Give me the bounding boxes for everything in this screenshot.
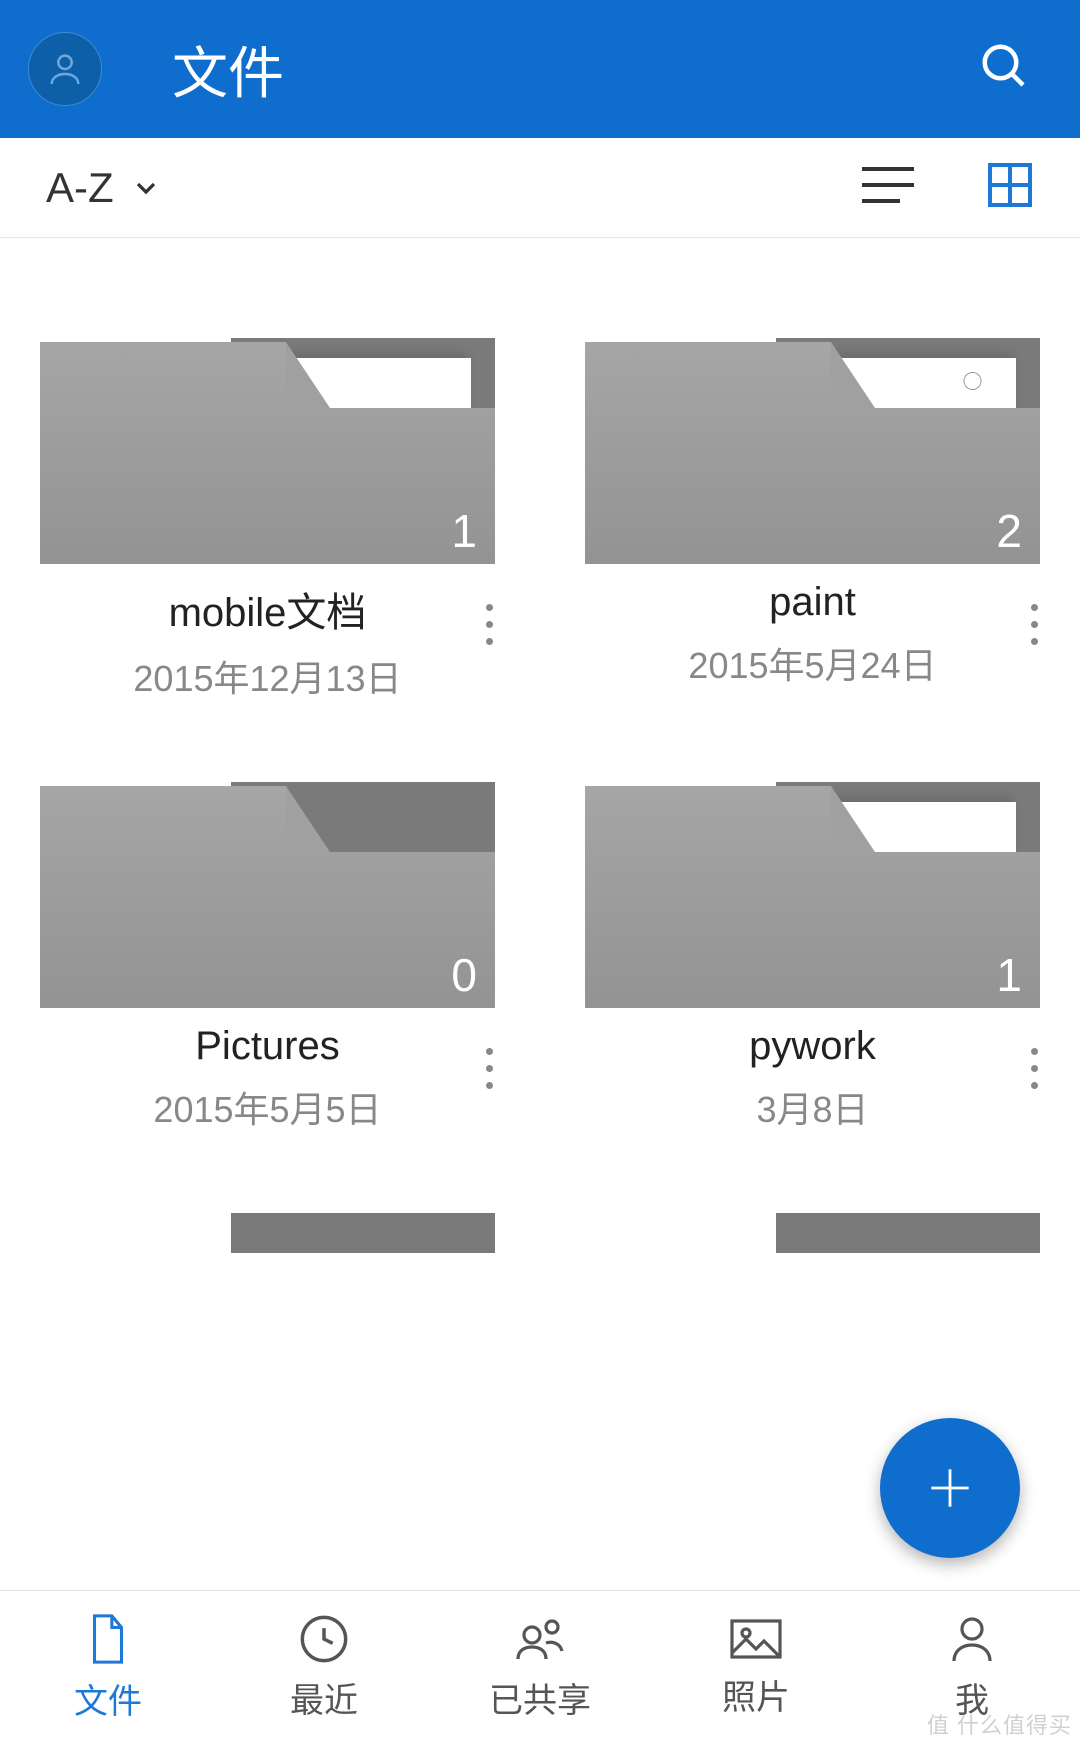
- more-button[interactable]: [459, 584, 519, 664]
- plus-icon: [922, 1460, 978, 1516]
- search-icon: [978, 40, 1032, 94]
- app-header: 文件: [0, 0, 1080, 138]
- file-grid-container: 1 mobile文档 2015年12月13日 2 paint 2015年5月24: [0, 238, 1080, 1590]
- bottom-nav: 文件 最近 已共享 照片 我: [0, 1590, 1080, 1744]
- folder-count: 1: [451, 504, 477, 558]
- chevron-down-icon: [130, 172, 162, 204]
- more-button[interactable]: [459, 1028, 519, 1108]
- folder-name: pywork: [585, 1024, 1040, 1069]
- folder-name: Pictures: [40, 1024, 495, 1069]
- folder-date: 2015年5月24日: [585, 637, 1040, 689]
- person-icon: [45, 49, 85, 89]
- more-button[interactable]: [1004, 584, 1064, 664]
- grid-icon: [986, 161, 1034, 209]
- page-title: 文件: [172, 29, 958, 110]
- folder-icon: 0: [40, 782, 495, 1008]
- hamburger-icon: [862, 165, 914, 205]
- file-icon: [84, 1612, 132, 1666]
- folder-date: 2015年12月13日: [40, 650, 495, 702]
- nav-shared[interactable]: 已共享: [432, 1591, 648, 1744]
- people-icon: [512, 1613, 568, 1665]
- folder-item-partial[interactable]: [585, 1213, 1040, 1253]
- avatar-button[interactable]: [28, 32, 102, 106]
- sort-label: A-Z: [46, 164, 114, 212]
- folder-icon: 1: [40, 338, 495, 564]
- more-button[interactable]: [1004, 1028, 1064, 1108]
- grid-view-button[interactable]: [986, 161, 1034, 214]
- nav-recent[interactable]: 最近: [216, 1591, 432, 1744]
- nav-photos[interactable]: 照片: [648, 1591, 864, 1744]
- clock-icon: [298, 1613, 350, 1665]
- nav-label: 文件: [74, 1674, 142, 1723]
- file-grid: 1 mobile文档 2015年12月13日 2 paint 2015年5月24: [40, 338, 1040, 1133]
- folder-item-partial[interactable]: [40, 1213, 495, 1253]
- watermark: 值 什么值得买: [927, 1708, 1072, 1740]
- folder-date: 2015年5月5日: [40, 1081, 495, 1133]
- folder-item[interactable]: 1 mobile文档 2015年12月13日: [40, 338, 495, 702]
- folder-count: 0: [451, 948, 477, 1002]
- image-icon: [728, 1616, 784, 1662]
- folder-date: 3月8日: [585, 1081, 1040, 1133]
- folder-item[interactable]: 0 Pictures 2015年5月5日: [40, 782, 495, 1133]
- add-button[interactable]: [880, 1418, 1020, 1558]
- nav-label: 最近: [290, 1673, 358, 1722]
- search-button[interactable]: [958, 20, 1052, 119]
- folder-count: 1: [996, 948, 1022, 1002]
- folder-item[interactable]: 1 pywork 3月8日: [585, 782, 1040, 1133]
- folder-name: paint: [585, 580, 1040, 625]
- folder-item[interactable]: 2 paint 2015年5月24日: [585, 338, 1040, 702]
- folder-icon: 2: [585, 338, 1040, 564]
- file-grid-overflow: [40, 1213, 1040, 1253]
- folder-name: mobile文档: [40, 580, 495, 638]
- folder-count: 2: [996, 504, 1022, 558]
- nav-label: 已共享: [489, 1673, 591, 1722]
- sort-bar: A-Z: [0, 138, 1080, 238]
- list-view-button[interactable]: [862, 165, 914, 210]
- person-icon: [948, 1613, 996, 1665]
- nav-files[interactable]: 文件: [0, 1591, 216, 1744]
- sort-button[interactable]: A-Z: [46, 164, 162, 212]
- folder-icon: 1: [585, 782, 1040, 1008]
- nav-label: 照片: [722, 1670, 790, 1719]
